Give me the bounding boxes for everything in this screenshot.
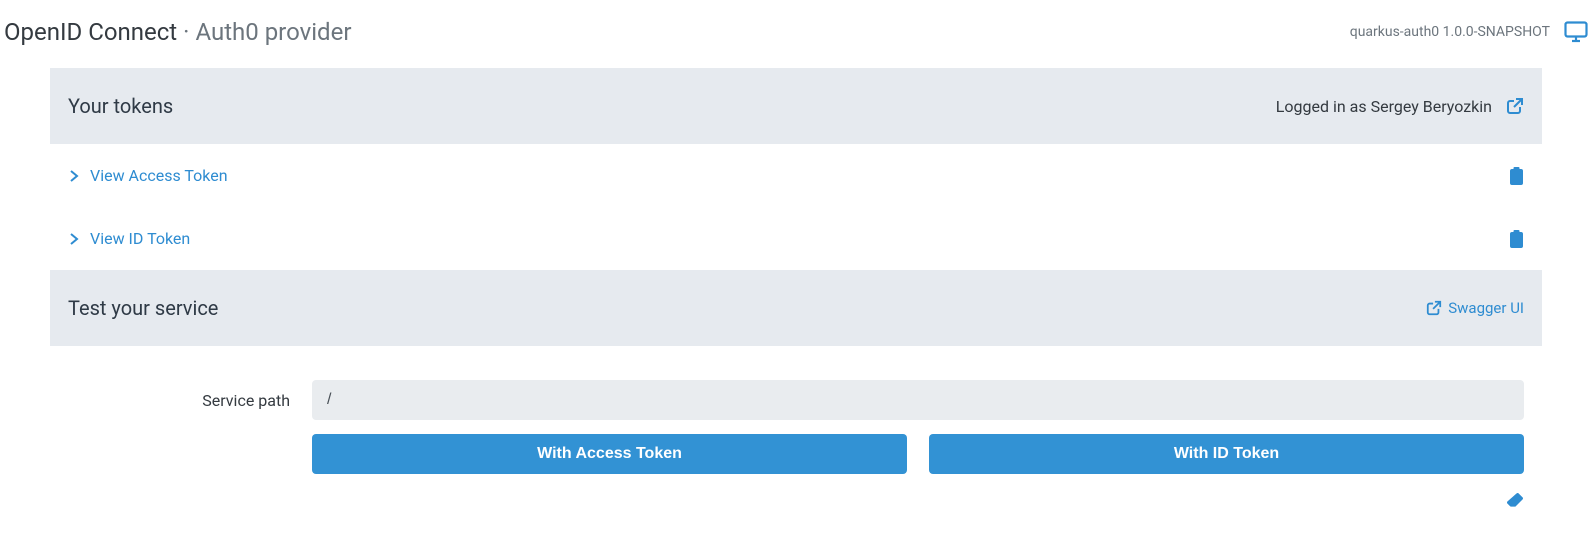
clear-row [50,482,1542,508]
with-access-token-button[interactable]: With Access Token [312,434,907,474]
logged-in-text: Logged in as Sergey Beryozkin [1276,97,1492,116]
header-right: quarkus-auth0 1.0.0-SNAPSHOT [1350,21,1588,43]
test-form: Service path With Access Token With ID T… [50,346,1542,482]
copy-id-token-icon[interactable] [1509,230,1524,248]
monitor-icon[interactable] [1564,21,1588,43]
token-buttons-row: With Access Token With ID Token [312,434,1524,474]
service-path-label: Service path [68,391,290,410]
header-left: OpenID Connect · Auth0 provider [4,18,351,46]
with-id-token-button[interactable]: With ID Token [929,434,1524,474]
logged-in-area: Logged in as Sergey Beryozkin [1276,97,1524,116]
external-link-icon [1426,300,1442,316]
tokens-title: Your tokens [68,94,173,118]
view-id-token-label: View ID Token [90,229,190,248]
page-subtitle: Auth0 provider [195,18,351,46]
eraser-icon[interactable] [1506,492,1524,508]
service-path-input[interactable] [312,380,1524,420]
title-separator: · [183,18,189,46]
view-id-token-link[interactable]: View ID Token [68,229,190,248]
view-access-token-row: View Access Token [50,144,1542,207]
main-content: Your tokens Logged in as Sergey Beryozki… [0,68,1592,508]
view-id-token-row: View ID Token [50,207,1542,270]
tokens-section-header: Your tokens Logged in as Sergey Beryozki… [50,68,1542,144]
test-section-title: Test your service [68,296,218,320]
page-header: OpenID Connect · Auth0 provider quarkus-… [0,0,1592,68]
copy-access-token-icon[interactable] [1509,167,1524,185]
page-title: OpenID Connect [4,18,177,46]
swagger-ui-label: Swagger UI [1448,299,1524,317]
service-path-row: Service path [68,380,1524,420]
app-info: quarkus-auth0 1.0.0-SNAPSHOT [1350,24,1550,40]
swagger-ui-link[interactable]: Swagger UI [1426,299,1524,317]
view-access-token-label: View Access Token [90,166,228,185]
view-access-token-link[interactable]: View Access Token [68,166,228,185]
chevron-right-icon [68,169,80,183]
test-section-header: Test your service Swagger UI [50,270,1542,346]
logout-icon[interactable] [1506,97,1524,115]
chevron-right-icon [68,232,80,246]
